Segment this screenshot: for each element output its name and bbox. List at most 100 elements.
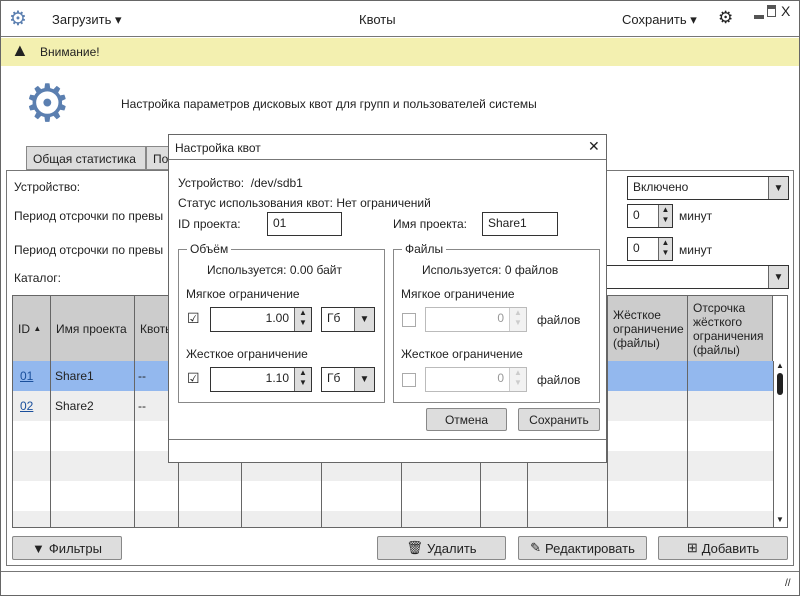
col-id[interactable]: ID ▲ (13, 296, 51, 361)
files-hard-checkbox[interactable] (402, 373, 416, 387)
volume-soft-unit-select[interactable]: Гб ▼ (321, 307, 375, 332)
tab-general-stats[interactable]: Общая статистика (26, 146, 146, 170)
col-hard-grace-files[interactable]: Отсрочка жёсткого ограничения (файлы) (688, 296, 773, 361)
quota-status: Статус использования квот: Нет ограничен… (178, 196, 431, 210)
volume-used: Используется: 0.00 байт (207, 263, 342, 277)
header-label: Жёсткое ограничение (файлы) (613, 307, 684, 350)
project-name-input[interactable]: Share1 (482, 212, 558, 236)
volume-hard-checkbox[interactable]: ☑ (187, 371, 201, 387)
spinner-icon: ▲ ▼ (658, 238, 672, 260)
volume-soft-checkbox[interactable]: ☑ (187, 311, 201, 327)
catalog-label: Каталог: (14, 271, 61, 285)
sort-asc-icon: ▲ (33, 324, 42, 333)
grace1-value: 0 (633, 208, 640, 222)
table-scrollbar[interactable]: ▲ ▼ (773, 361, 787, 527)
unit-value: Гб (327, 311, 341, 325)
plus-icon: ⊞ (686, 540, 698, 555)
app-gear-icon: ⚙ (9, 8, 27, 30)
files-legend: Файлы (402, 242, 447, 256)
device-label: Устройство: (14, 180, 81, 194)
col-name[interactable]: Имя проекта (51, 296, 135, 361)
chevron-down-icon: ▼ (768, 266, 788, 288)
tab-label: По (153, 152, 169, 166)
scroll-thumb[interactable] (777, 373, 783, 395)
files-hard-label: Жесткое ограничение (401, 347, 523, 361)
warning-bar: ▲ Внимание! (1, 38, 799, 66)
spinner-icon: ▲ ▼ (294, 368, 311, 391)
files-soft-stepper[interactable]: 0 ▲ ▼ (425, 307, 527, 332)
header-label: Квоть (140, 321, 172, 336)
row-quota: -- (138, 399, 146, 413)
delete-button[interactable]: 🗑 Удалить (377, 536, 506, 560)
grace1-unit: минут (679, 209, 713, 223)
close-icon[interactable]: X (781, 3, 790, 19)
row-quota: -- (138, 369, 146, 383)
volume-hard-label: Жесткое ограничение (186, 347, 308, 361)
filter-icon: ▼ (32, 540, 45, 556)
maximize-icon[interactable] (767, 5, 776, 17)
page-title: Настройка параметров дисковых квот для г… (121, 97, 537, 111)
volume-soft-label: Мягкое ограничение (186, 287, 300, 301)
row-id-link[interactable]: 02 (20, 399, 33, 413)
files-hard-stepper[interactable]: 0 ▲ ▼ (425, 367, 527, 392)
soft-value: 1.00 (265, 311, 289, 325)
save-label: Сохранить (529, 412, 589, 427)
window-title: Квоты (359, 12, 396, 27)
device-value: /dev/sdb1 (250, 176, 303, 190)
col-hard-files[interactable]: Жёсткое ограничение (файлы) (608, 296, 688, 361)
dialog-title: Настройка квот (175, 141, 261, 155)
load-menu-label: Загрузить (52, 12, 112, 27)
resize-grip-icon[interactable]: // (785, 578, 791, 589)
files-soft-checkbox[interactable] (402, 313, 416, 327)
chevron-down-icon: ▼ (354, 368, 374, 391)
project-name-value: Share1 (488, 216, 527, 230)
load-menu[interactable]: Загрузить ▾ (52, 12, 122, 28)
dialog-save-button[interactable]: Сохранить (518, 408, 600, 431)
volume-legend: Объём (187, 242, 232, 256)
title-bar: ⚙ Загрузить ▾ Квоты Сохранить ▾ ⚙ X (1, 1, 799, 37)
row-name: Share2 (55, 399, 94, 413)
filters-label: Фильтры (48, 540, 102, 556)
volume-group: Объём Используется: 0.00 байт Мягкое огр… (178, 242, 385, 403)
warning-text: Внимание! (40, 45, 100, 59)
volume-hard-stepper[interactable]: 1.10 ▲ ▼ (210, 367, 312, 392)
chevron-down-icon: ▼ (354, 308, 374, 331)
files-used: Используется: 0 файлов (422, 263, 559, 277)
delete-label: Удалить (426, 540, 477, 556)
volume-hard-unit-select[interactable]: Гб ▼ (321, 367, 375, 392)
project-id-input[interactable]: 01 (267, 212, 342, 236)
dialog-device: Устройство: /dev/sdb1 (178, 176, 303, 190)
edit-button[interactable]: ✎ Редактировать (518, 536, 647, 560)
warning-icon: ▲ (11, 40, 29, 60)
grace2-value: 0 (633, 241, 640, 255)
spinner-icon: ▲ ▼ (658, 205, 672, 227)
status-value: Включено (633, 180, 689, 194)
catalog-select[interactable]: ▼ (600, 265, 789, 289)
row-id-link[interactable]: 01 (20, 369, 33, 383)
minimize-icon[interactable] (754, 15, 764, 19)
dialog-divider (169, 439, 606, 440)
grace2-stepper[interactable]: 0 ▲ ▼ (627, 237, 673, 261)
trash-icon: 🗑 (406, 540, 423, 555)
dialog-close-icon[interactable]: ✕ (588, 138, 600, 155)
project-name-label: Имя проекта: (393, 217, 467, 231)
grace1-label: Период отсрочки по превы (14, 209, 164, 223)
status-select[interactable]: Включено ▼ (627, 176, 789, 200)
dialog-cancel-button[interactable]: Отмена (426, 408, 507, 431)
header-gears-icon: ⚙ (24, 75, 71, 133)
grace1-stepper[interactable]: 0 ▲ ▼ (627, 204, 673, 228)
dialog-title-bar: Настройка квот ✕ (169, 135, 606, 160)
files-soft-unit: файлов (537, 313, 581, 327)
volume-soft-stepper[interactable]: 1.00 ▲ ▼ (210, 307, 312, 332)
save-menu[interactable]: Сохранить ▾ (622, 12, 697, 28)
spinner-icon: ▲ ▼ (509, 308, 526, 331)
add-label: Добавить (701, 540, 760, 556)
soft-value: 0 (497, 311, 504, 325)
hard-value: 1.10 (265, 371, 289, 385)
filters-button[interactable]: ▼ Фильтры (12, 536, 122, 560)
project-id-value: 01 (273, 216, 287, 230)
save-menu-label: Сохранить (622, 12, 687, 27)
settings-gear-icon[interactable]: ⚙ (718, 8, 733, 28)
files-hard-unit: файлов (537, 373, 581, 387)
add-button[interactable]: ⊞ Добавить (658, 536, 788, 560)
